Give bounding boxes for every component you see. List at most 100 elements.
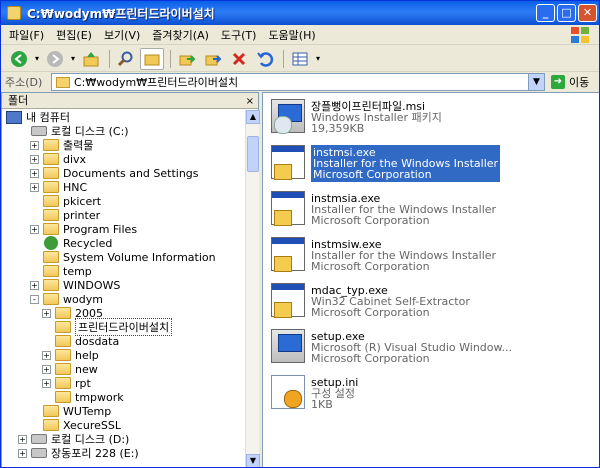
menu-edit[interactable]: 편집(E) (56, 27, 92, 43)
installer-exe-icon (271, 283, 305, 318)
expand-icon[interactable]: + (42, 364, 51, 374)
tree-item[interactable]: 내 컴퓨터 (6, 110, 70, 124)
tree-item-label: HNC (63, 180, 88, 194)
address-input[interactable]: C:₩wodym₩프린터드라이버설치 ▼ (51, 73, 545, 91)
tree-item[interactable]: XecureSSL (30, 418, 121, 432)
file-item[interactable]: setup.exe Microsoft (R) Visual Studio Win… (271, 329, 512, 371)
tree-item[interactable]: System Volume Information (30, 250, 216, 264)
tree-item[interactable]: + HNC (30, 180, 87, 194)
back-dropdown[interactable]: ▾ (33, 48, 41, 70)
address-dropdown[interactable]: ▼ (528, 74, 544, 90)
scroll-thumb[interactable] (247, 136, 259, 172)
undo-button[interactable] (253, 48, 277, 70)
scroll-up-button[interactable]: ▲ (246, 110, 260, 124)
tree-item[interactable]: + 로컬 디스크 (D:) (18, 432, 129, 446)
views-button[interactable] (288, 48, 312, 70)
go-button[interactable]: ➜ 이동 (551, 74, 589, 90)
menu-view[interactable]: 보기(V) (104, 27, 140, 43)
tree-item[interactable]: temp (30, 264, 92, 278)
collapse-icon[interactable]: - (30, 294, 39, 304)
forward-button[interactable] (43, 48, 67, 70)
tree-item-label: temp (63, 264, 92, 278)
views-dropdown[interactable]: ▾ (314, 48, 322, 70)
file-item[interactable]: 장플뻥이프린터파일.msi Windows Installer 패키지 19,359… (271, 99, 442, 141)
copy-to-button[interactable] (201, 48, 225, 70)
tree-item-label: rpt (75, 376, 91, 390)
tree-item[interactable]: + divx (30, 152, 86, 166)
tree-item-label: printer (63, 208, 101, 222)
tree-item[interactable]: + 장동포리 228 (E:) (18, 446, 139, 460)
back-arrow-icon (11, 50, 27, 67)
tree-item-label: Recycled (63, 236, 113, 250)
close-pane-button[interactable]: × (246, 94, 254, 109)
expand-icon[interactable]: + (30, 168, 39, 178)
tree-item[interactable]: + WINDOWS (30, 278, 120, 292)
tree-item[interactable]: Recycled (30, 236, 112, 250)
msi-package-icon (271, 99, 305, 134)
expand-icon[interactable]: + (18, 434, 27, 444)
folder-icon (43, 153, 59, 165)
folder-tree: 내 컴퓨터 로컬 디스크 (C:) + 출력물 + divx + Documents and … (2, 110, 245, 467)
expand-icon[interactable]: + (30, 182, 39, 192)
tree-item[interactable]: tmpwork (42, 390, 124, 404)
setup-exe-icon (271, 329, 305, 363)
expand-icon[interactable]: + (30, 140, 39, 150)
title-bar[interactable]: C:₩wodym₩프린터드라이버설치 _ □ ✕ (1, 1, 599, 25)
file-detail: Microsoft Corporation (311, 306, 430, 319)
file-item[interactable]: setup.ini 구성 설정 1KB (271, 375, 358, 417)
tree-item[interactable]: 로컬 디스크 (C:) (18, 124, 129, 138)
menu-help[interactable]: 도움말(H) (268, 27, 315, 43)
tree-item[interactable]: 프린터드라이버설치 (42, 318, 173, 336)
tree-item[interactable]: + help (42, 348, 99, 362)
toolbar: ▾ ▾ ▾ (1, 46, 599, 72)
tree-item[interactable]: pkicert (30, 194, 101, 208)
folder-icon (7, 6, 21, 20)
expand-icon[interactable]: + (42, 308, 51, 318)
folder-icon (55, 349, 71, 361)
back-button[interactable] (7, 48, 31, 70)
tree-item[interactable]: + new (42, 362, 98, 376)
folder-icon (43, 195, 59, 207)
delete-button[interactable] (227, 48, 251, 70)
expand-icon[interactable]: + (30, 280, 39, 290)
expand-icon[interactable]: + (30, 154, 39, 164)
file-item[interactable]: instmsi.exe Installer for the Windows Ins… (271, 145, 501, 187)
folder-icon (43, 293, 59, 305)
maximize-button[interactable]: □ (557, 4, 576, 22)
expand-icon[interactable]: + (18, 448, 27, 458)
tree-item[interactable]: dosdata (42, 334, 119, 348)
tree-item-label: Program Files (63, 222, 138, 236)
menu-file[interactable]: 파일(F) (9, 27, 44, 43)
file-item[interactable]: mdac_typ.exe Win32 Cabinet Self-Extractor… (271, 283, 470, 325)
tree-item[interactable]: WUTemp (30, 404, 111, 418)
menu-tools[interactable]: 도구(T) (221, 27, 257, 43)
expand-icon[interactable]: + (42, 378, 51, 388)
expand-icon[interactable]: + (42, 350, 51, 360)
tree-item[interactable]: + rpt (42, 376, 91, 390)
ini-file-icon (271, 375, 305, 409)
drive-icon (31, 448, 47, 458)
folder-tree-scrollbar[interactable]: ▲ ▼ (245, 110, 260, 467)
scroll-down-button[interactable]: ▼ (246, 454, 260, 467)
tree-item[interactable]: printer (30, 208, 100, 222)
move-to-icon (179, 54, 196, 65)
menu-favorites[interactable]: 즐겨찾기(A) (152, 27, 209, 43)
file-item[interactable]: instmsiw.exe Installer for the Windows In… (271, 237, 496, 279)
tree-item-label: Documents and Settings (63, 166, 199, 180)
expand-icon[interactable]: + (30, 224, 39, 234)
minimize-button[interactable]: _ (536, 4, 555, 22)
up-folder-button[interactable] (79, 48, 103, 70)
tree-item[interactable]: + Program Files (30, 222, 137, 236)
search-button[interactable] (114, 48, 138, 70)
tree-item[interactable]: - wodym (30, 292, 103, 306)
up-folder-icon (83, 51, 99, 66)
move-to-button[interactable] (175, 48, 199, 70)
forward-dropdown[interactable]: ▾ (69, 48, 77, 70)
close-button[interactable]: ✕ (578, 4, 597, 22)
folder-icon (55, 321, 71, 333)
tree-item-label: wodym (63, 292, 103, 306)
folders-button[interactable] (140, 47, 164, 70)
tree-item[interactable]: + Documents and Settings (30, 166, 199, 180)
tree-item[interactable]: + 출력물 (30, 138, 93, 152)
file-item[interactable]: instmsia.exe Installer for the Windows In… (271, 191, 496, 233)
